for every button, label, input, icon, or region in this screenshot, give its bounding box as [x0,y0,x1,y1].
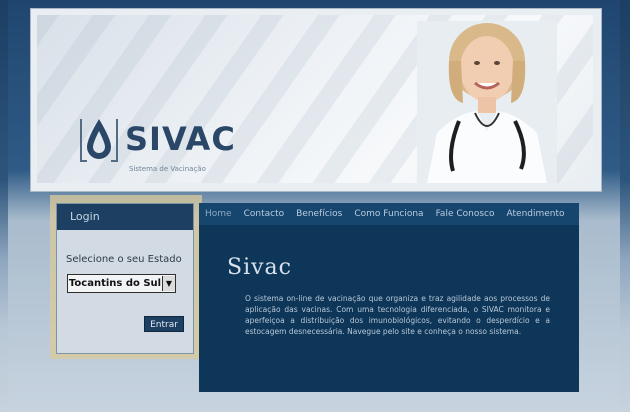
login-title: Login [57,204,193,230]
logo-subtitle: Sistema de Vacinação [129,165,206,173]
sivac-logo: SIVAC [77,113,236,165]
page-title: Sivac [227,255,292,280]
enter-button[interactable]: Entrar [144,316,184,332]
state-select[interactable]: Tocantins do Sul ▼ [67,274,176,293]
state-label: Selecione o seu Estado [66,254,182,265]
main-content: Home Contacto Benefícios Como Funciona F… [199,203,579,392]
nav-beneficios[interactable]: Benefícios [290,209,348,219]
logo-text: SIVAC [125,120,236,158]
drop-icon [80,119,118,162]
chevron-down-icon[interactable]: ▼ [162,276,175,291]
nav-home[interactable]: Home [199,209,238,219]
doctor-illustration [417,21,557,183]
nav-contacto[interactable]: Contacto [238,209,291,219]
login-panel: Login Selecione o seu Estado Tocantins d… [56,203,194,354]
top-nav: Home Contacto Benefícios Como Funciona F… [199,203,579,225]
nav-como-funciona[interactable]: Como Funciona [348,209,429,219]
nav-atendimento[interactable]: Atendimento [501,209,571,219]
banner-image: SIVAC Sistema de Vacinação [37,15,593,183]
banner: SIVAC Sistema de Vacinação [30,8,602,192]
state-selected-value: Tocantins do Sul [68,278,162,289]
page-description: O sistema on-line de vacinação que organ… [245,294,550,336]
nav-fale-conosco[interactable]: Fale Conosco [430,209,501,219]
